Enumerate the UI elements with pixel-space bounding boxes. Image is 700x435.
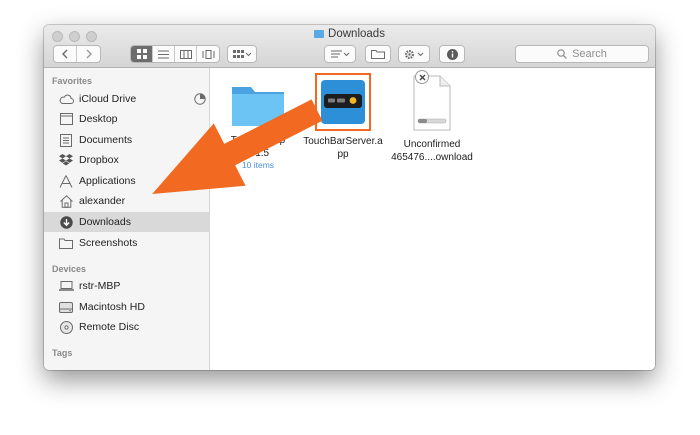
list-view-button[interactable] bbox=[153, 46, 176, 62]
grid-dropdown-icon bbox=[233, 49, 251, 58]
file-name-line1: Unconfirmed bbox=[403, 139, 461, 150]
sidebar: Favorites iCloud Drive Desktop Documents… bbox=[44, 68, 210, 370]
file-item-touchbarapp[interactable]: TouchBarAp p 1.5 10 items bbox=[217, 73, 299, 171]
sidebar-item-label: rstr-MBP bbox=[79, 280, 121, 292]
sidebar-item-label: iCloud Drive bbox=[79, 93, 137, 105]
sidebar-item-label: Macintosh HD bbox=[79, 301, 145, 313]
folder-icon bbox=[59, 238, 73, 249]
sidebar-item-macintosh-hd[interactable]: Macintosh HD bbox=[44, 297, 210, 317]
sidebar-item-label: alexander bbox=[79, 195, 126, 207]
column-view-button[interactable] bbox=[175, 46, 198, 62]
icon-view-button[interactable] bbox=[131, 46, 154, 62]
file-name-line2: p 1.5 bbox=[246, 148, 270, 159]
sidebar-item-label: Applications bbox=[79, 175, 136, 187]
file-item-count: 10 items bbox=[241, 160, 275, 170]
sidebar-item-label: Screenshots bbox=[79, 237, 138, 249]
sidebar-item-screenshots[interactable]: Screenshots bbox=[44, 233, 210, 253]
sidebar-item-desktop[interactable]: Desktop bbox=[44, 109, 210, 129]
info-icon bbox=[446, 48, 458, 60]
disc-icon bbox=[59, 320, 73, 334]
close-icon bbox=[419, 74, 425, 80]
file-name-line1: TouchBarServer.a bbox=[303, 136, 383, 147]
group-by-button[interactable] bbox=[227, 45, 257, 63]
gallery-view-button[interactable] bbox=[197, 46, 219, 62]
home-icon bbox=[59, 194, 73, 208]
app-icon bbox=[321, 80, 365, 124]
window-title-text: Downloads bbox=[328, 28, 385, 40]
sidebar-item-applications[interactable]: Applications bbox=[44, 171, 210, 191]
window-title: Downloads bbox=[44, 28, 655, 40]
tags-header: Tags bbox=[52, 348, 73, 358]
sidebar-item-label: Remote Disc bbox=[79, 321, 140, 333]
file-item-touchbarserver[interactable]: TouchBarServer.a pp bbox=[302, 73, 384, 161]
action-menu-button[interactable] bbox=[398, 45, 430, 63]
file-item-unconfirmed-download[interactable]: Unconfirmed 465476....ownload bbox=[391, 70, 473, 164]
sidebar-item-alexander[interactable]: alexander bbox=[44, 191, 210, 211]
file-name-line2: 465476....ownload bbox=[391, 152, 473, 163]
search-placeholder: Search bbox=[572, 48, 607, 60]
laptop-icon bbox=[58, 281, 74, 291]
sync-progress-icon bbox=[194, 93, 206, 105]
view-mode-control bbox=[130, 45, 220, 63]
folder-icon bbox=[314, 30, 325, 38]
arrange-button[interactable] bbox=[324, 45, 356, 63]
forward-button[interactable] bbox=[77, 46, 100, 62]
get-info-button[interactable] bbox=[439, 45, 465, 63]
sidebar-item-icloud-drive[interactable]: iCloud Drive bbox=[44, 89, 210, 109]
sidebar-item-label: Dropbox bbox=[79, 154, 119, 166]
finder-window: Downloads Search Favorites iCloud Drive … bbox=[44, 25, 655, 370]
sidebar-item-label: Documents bbox=[79, 134, 133, 146]
file-browser: TouchBarAp p 1.5 10 items TouchBarServer… bbox=[210, 68, 655, 370]
title-bar: Downloads Search bbox=[44, 25, 655, 68]
search-field[interactable]: Search bbox=[515, 45, 649, 63]
sidebar-item-dropbox[interactable]: Dropbox bbox=[44, 150, 210, 170]
sidebar-item-rstr-mbp[interactable]: rstr-MBP bbox=[44, 276, 210, 296]
list-icon bbox=[158, 50, 170, 58]
columns-icon bbox=[179, 49, 192, 59]
back-button[interactable] bbox=[54, 46, 77, 62]
sidebar-item-downloads[interactable]: Downloads bbox=[44, 212, 210, 232]
document-icon bbox=[60, 133, 72, 147]
chevron-right-icon bbox=[86, 49, 92, 59]
desktop-icon bbox=[59, 113, 73, 125]
folder-icon bbox=[232, 87, 284, 126]
download-icon bbox=[59, 215, 73, 229]
chevron-left-icon bbox=[62, 49, 68, 59]
file-name-line2: pp bbox=[337, 149, 349, 160]
cover-flow-icon bbox=[202, 49, 215, 59]
dropbox-icon bbox=[59, 154, 73, 166]
favorites-header: Favorites bbox=[52, 76, 93, 86]
new-folder-button[interactable] bbox=[365, 45, 391, 63]
new-folder-icon bbox=[371, 50, 385, 59]
sidebar-item-documents[interactable]: Documents bbox=[44, 130, 210, 150]
sidebar-item-remote-disc[interactable]: Remote Disc bbox=[44, 317, 210, 337]
back-forward-control bbox=[53, 45, 101, 63]
devices-header: Devices bbox=[52, 264, 87, 274]
cancel-download-button[interactable] bbox=[415, 70, 429, 84]
sidebar-item-label: Downloads bbox=[79, 216, 131, 228]
arrange-icon bbox=[330, 50, 349, 57]
hard-drive-icon bbox=[59, 301, 73, 313]
file-name-line1: TouchBarAp bbox=[230, 135, 286, 146]
cloud-icon bbox=[59, 94, 74, 104]
applications-icon bbox=[59, 174, 73, 188]
sidebar-item-label: Desktop bbox=[79, 113, 118, 125]
grid-icon bbox=[136, 49, 147, 59]
gear-icon bbox=[404, 49, 424, 59]
selected-app-highlight bbox=[315, 73, 371, 131]
search-icon bbox=[557, 49, 567, 59]
